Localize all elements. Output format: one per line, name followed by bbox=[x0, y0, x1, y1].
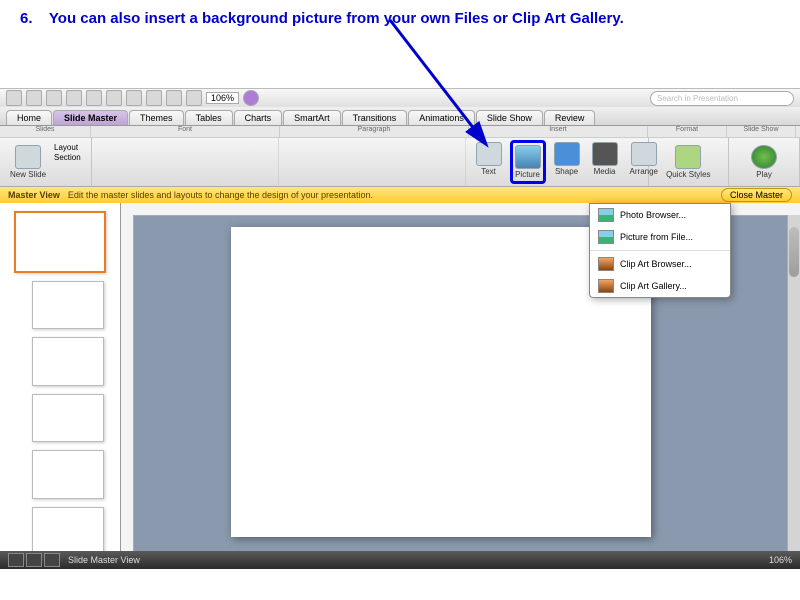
layout-thumbnail[interactable] bbox=[32, 507, 104, 555]
group-slideshow: Play bbox=[729, 138, 800, 186]
layout-thumbnail[interactable] bbox=[32, 450, 104, 498]
instruction-line: 6. You can also insert a background pict… bbox=[0, 0, 800, 27]
instruction-number: 6. bbox=[20, 10, 45, 27]
canvas-area: Photo Browser... Picture from File... Cl… bbox=[121, 203, 800, 563]
powerpoint-window: 106% Search in Presentation Home Slide M… bbox=[0, 88, 800, 569]
layout-thumbnail[interactable] bbox=[32, 337, 104, 385]
master-view-label: Master View bbox=[8, 190, 60, 200]
slide-canvas[interactable] bbox=[231, 227, 651, 537]
menu-photo-browser[interactable]: Photo Browser... bbox=[590, 204, 730, 226]
master-view-bar: Master View Edit the master slides and l… bbox=[0, 187, 800, 203]
search-placeholder: Search in Presentation bbox=[657, 94, 738, 103]
tab-home[interactable]: Home bbox=[6, 110, 52, 125]
layout-thumbnail[interactable] bbox=[32, 394, 104, 442]
zoom-value[interactable]: 106% bbox=[206, 92, 239, 104]
format-icon[interactable] bbox=[166, 90, 182, 106]
photo-browser-icon bbox=[598, 208, 614, 222]
undo-icon[interactable] bbox=[66, 90, 82, 106]
play-button[interactable]: Play bbox=[735, 143, 793, 181]
tab-review[interactable]: Review bbox=[544, 110, 596, 125]
picture-dropdown-menu: Photo Browser... Picture from File... Cl… bbox=[589, 203, 731, 298]
shape-icon bbox=[554, 142, 580, 166]
picture-button[interactable]: Picture bbox=[510, 140, 546, 184]
view-mode-icons bbox=[8, 553, 60, 567]
group-format: Quick Styles bbox=[649, 138, 730, 186]
picture-file-icon bbox=[598, 230, 614, 244]
tab-charts[interactable]: Charts bbox=[234, 110, 283, 125]
quick-styles-icon bbox=[675, 145, 701, 169]
tab-smartart[interactable]: SmartArt bbox=[283, 110, 341, 125]
tab-animations[interactable]: Animations bbox=[408, 110, 475, 125]
new-slide-icon bbox=[15, 145, 41, 169]
menu-clip-art-gallery[interactable]: Clip Art Gallery... bbox=[590, 275, 730, 297]
sorter-view-icon[interactable] bbox=[26, 553, 42, 567]
group-insert: Text Picture Shape Media Arrange bbox=[466, 138, 649, 186]
section-button[interactable]: Section bbox=[54, 153, 81, 162]
floppy-icon[interactable] bbox=[46, 90, 62, 106]
group-font bbox=[92, 138, 279, 186]
save-icon[interactable] bbox=[6, 90, 22, 106]
status-bar: Slide Master View 106% bbox=[0, 551, 800, 569]
quick-access-toolbar: 106% Search in Presentation bbox=[0, 89, 800, 107]
picture-icon bbox=[515, 145, 541, 169]
search-input[interactable]: Search in Presentation bbox=[650, 91, 794, 106]
ribbon: New Slide Layout Section Text Picture Sh… bbox=[0, 138, 800, 187]
slideshow-view-icon[interactable] bbox=[44, 553, 60, 567]
copy-icon[interactable] bbox=[126, 90, 142, 106]
section-font: Font bbox=[91, 126, 280, 137]
section-slideshow: Slide Show bbox=[727, 126, 796, 137]
section-insert: Insert bbox=[469, 126, 648, 137]
tab-themes[interactable]: Themes bbox=[129, 110, 184, 125]
workspace: Photo Browser... Picture from File... Cl… bbox=[0, 203, 800, 563]
show-icon[interactable] bbox=[186, 90, 202, 106]
layout-button[interactable]: Layout bbox=[54, 143, 81, 152]
ribbon-tabs: Home Slide Master Themes Tables Charts S… bbox=[0, 107, 800, 126]
menu-picture-from-file[interactable]: Picture from File... bbox=[590, 226, 730, 248]
vertical-scrollbar[interactable] bbox=[787, 215, 800, 563]
clip-art-gallery-icon bbox=[598, 279, 614, 293]
master-thumbnail[interactable] bbox=[14, 211, 106, 273]
help-icon[interactable] bbox=[243, 90, 259, 106]
quick-styles-button[interactable]: Quick Styles bbox=[655, 143, 723, 181]
tab-transitions[interactable]: Transitions bbox=[342, 110, 408, 125]
section-format: Format bbox=[648, 126, 727, 137]
print-icon[interactable] bbox=[26, 90, 42, 106]
status-view-label: Slide Master View bbox=[68, 555, 140, 565]
vertical-ruler bbox=[121, 215, 134, 563]
menu-clip-art-browser[interactable]: Clip Art Browser... bbox=[590, 253, 730, 275]
instruction-text: You can also insert a background picture… bbox=[49, 10, 624, 27]
ribbon-section-labels: Slides Font Paragraph Insert Format Slid… bbox=[0, 126, 800, 138]
media-icon bbox=[592, 142, 618, 166]
layout-thumbnail[interactable] bbox=[32, 281, 104, 329]
new-slide-button[interactable]: New Slide bbox=[6, 143, 50, 181]
menu-separator bbox=[590, 250, 730, 251]
master-view-hint: Edit the master slides and layouts to ch… bbox=[68, 190, 373, 200]
tab-slide-show[interactable]: Slide Show bbox=[476, 110, 543, 125]
normal-view-icon[interactable] bbox=[8, 553, 24, 567]
media-button[interactable]: Media bbox=[588, 140, 622, 184]
group-slides: New Slide Layout Section bbox=[0, 138, 92, 186]
text-icon bbox=[476, 142, 502, 166]
shape-button[interactable]: Shape bbox=[550, 140, 584, 184]
tab-tables[interactable]: Tables bbox=[185, 110, 233, 125]
tab-slide-master[interactable]: Slide Master bbox=[53, 110, 128, 125]
slide-thumbnail-panel bbox=[0, 203, 121, 563]
cut-icon[interactable] bbox=[106, 90, 122, 106]
group-paragraph bbox=[279, 138, 466, 186]
text-button[interactable]: Text bbox=[472, 140, 506, 184]
section-paragraph: Paragraph bbox=[280, 126, 469, 137]
paste-icon[interactable] bbox=[146, 90, 162, 106]
redo-icon[interactable] bbox=[86, 90, 102, 106]
play-icon bbox=[751, 145, 777, 169]
clip-art-browser-icon bbox=[598, 257, 614, 271]
scrollbar-thumb[interactable] bbox=[789, 227, 799, 277]
status-zoom[interactable]: 106% bbox=[769, 555, 792, 565]
section-slides: Slides bbox=[0, 126, 91, 137]
close-master-button[interactable]: Close Master bbox=[721, 188, 792, 202]
